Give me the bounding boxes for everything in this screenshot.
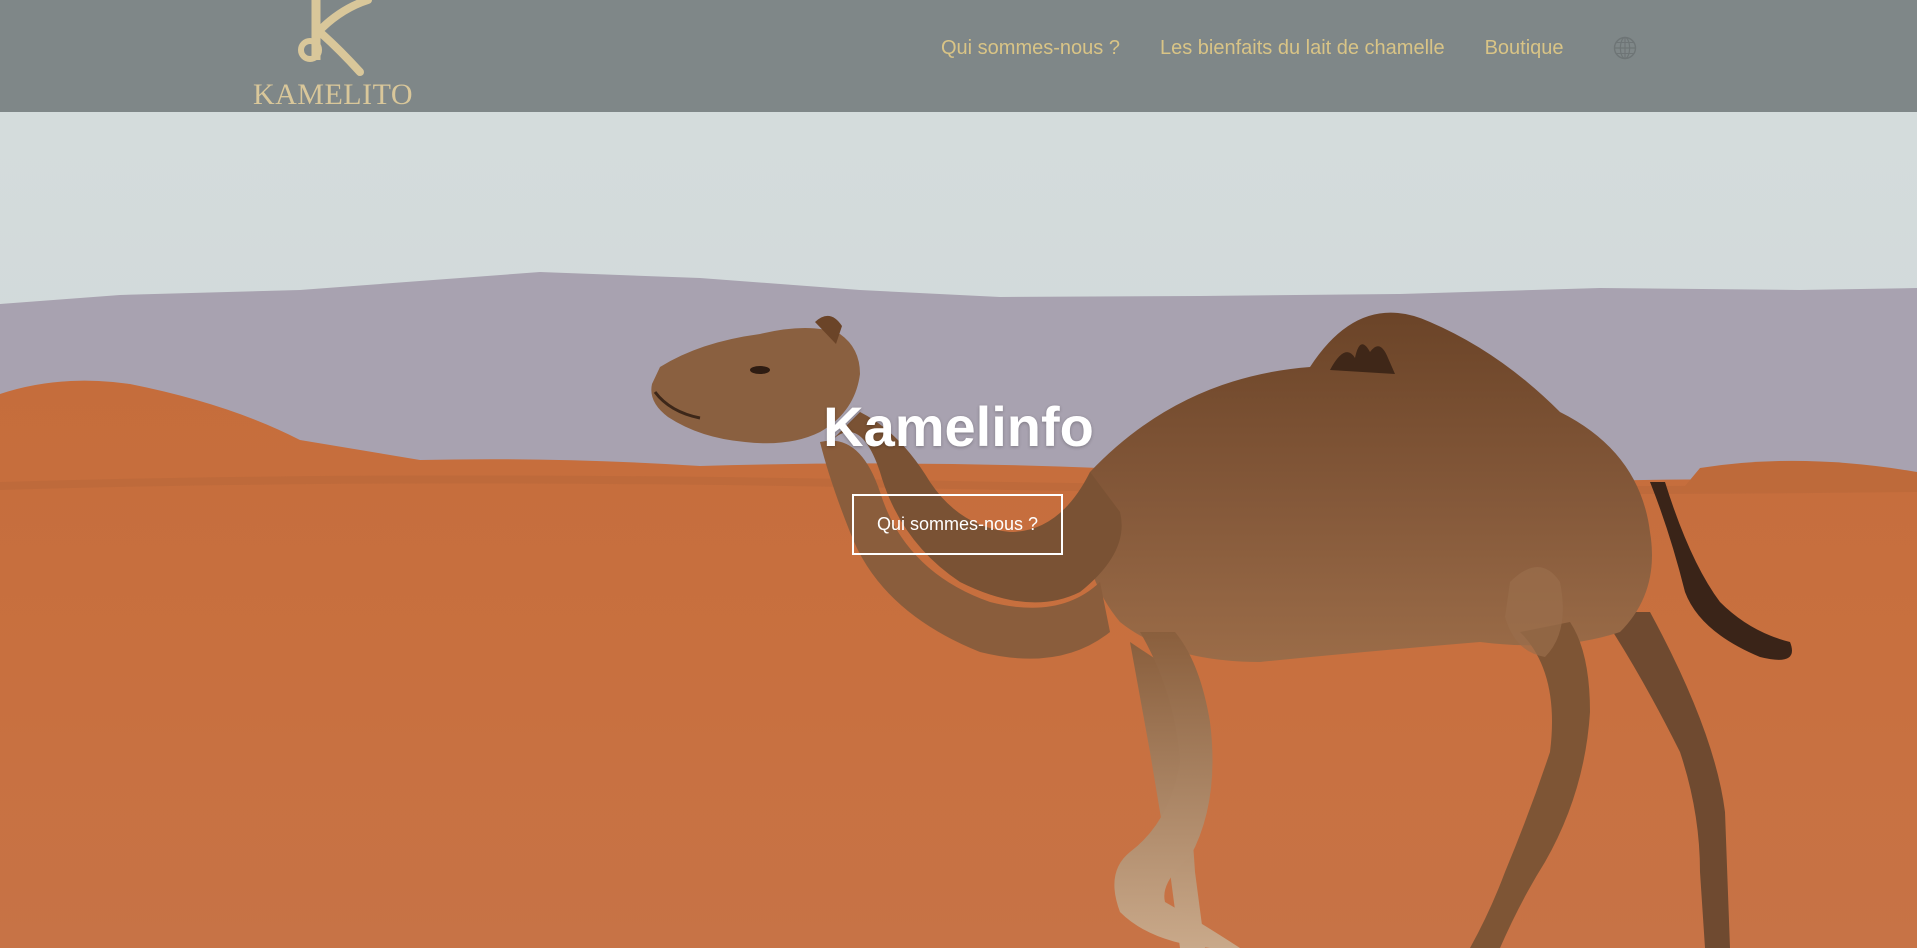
hero-section: Kamelinfo Qui sommes-nous ? [0,112,1917,948]
hero-title: Kamelinfo [823,395,1094,458]
k-monogram-logo-icon [298,0,372,76]
site-logo[interactable]: KAMELITO [248,0,418,111]
nav-item-bienfaits[interactable]: Les bienfaits du lait de chamelle [1160,37,1445,60]
nav-item-boutique[interactable]: Boutique [1485,37,1564,60]
main-nav: Qui sommes-nous ? Les bienfaits du lait … [941,35,1638,61]
site-header: KAMELITO Qui sommes-nous ? Les bienfaits… [0,0,1917,112]
nav-item-qui-sommes-nous[interactable]: Qui sommes-nous ? [941,37,1120,60]
hero-cta-button[interactable]: Qui sommes-nous ? [852,494,1063,555]
page: KAMELITO Qui sommes-nous ? Les bienfaits… [0,0,1917,948]
globe-icon[interactable] [1612,35,1638,61]
logo-wordmark: KAMELITO [252,78,414,111]
